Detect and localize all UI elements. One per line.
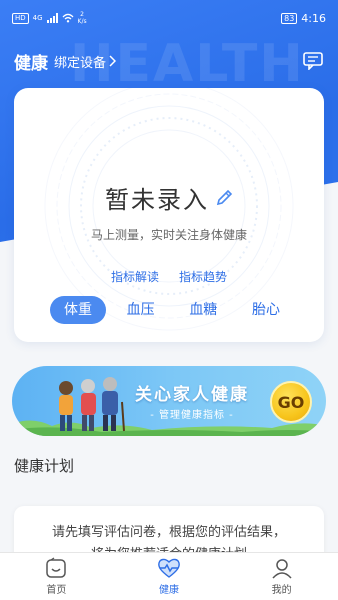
- heartbeat-icon: [158, 558, 180, 578]
- nav-home-label: 首页: [46, 585, 67, 596]
- bind-device-button[interactable]: 绑定设备: [54, 52, 117, 71]
- tab-fetal-heart[interactable]: 胎心: [238, 296, 294, 324]
- plan-text-line1: 请先填写评估问卷，根据您的评估结果，: [51, 525, 286, 540]
- top-bar: 健康 绑定设备: [14, 48, 324, 74]
- message-button[interactable]: [302, 50, 324, 72]
- metric-tabs: 体重 血压 血糖 胎心: [50, 296, 294, 324]
- signal-icon: [46, 13, 58, 23]
- bottom-nav: 首页 健康 我的: [0, 552, 338, 600]
- status-bar: HD 4G 2 K/s 83 4:16: [0, 0, 338, 36]
- net-speed-unit: K/s: [77, 18, 87, 25]
- go-button[interactable]: GO: [270, 381, 312, 423]
- status-label: 暂未录入: [105, 186, 209, 214]
- wifi-icon: [62, 13, 74, 23]
- tab-weight[interactable]: 体重: [50, 296, 106, 324]
- link-indicator-trend[interactable]: 指标趋势: [179, 268, 227, 285]
- banner-subtitle: - 管理健康指标 -: [150, 410, 234, 421]
- indicator-links: 指标解读 指标趋势: [14, 268, 324, 285]
- battery-icon: 83: [281, 12, 298, 24]
- measurement-card: 暂未录入 马上测量，实时关注身体健康 指标解读 指标趋势 体重 血压 血糖 胎心: [14, 88, 324, 342]
- page-title: 健康: [14, 53, 48, 74]
- link-indicator-guide[interactable]: 指标解读: [111, 268, 159, 285]
- bind-device-label: 绑定设备: [54, 55, 107, 71]
- nav-mine-label: 我的: [271, 585, 292, 596]
- chevron-right-icon: [109, 55, 117, 67]
- network-type: 4G: [32, 14, 43, 22]
- hd-badge: HD: [12, 12, 29, 24]
- health-plan-title: 健康计划: [14, 457, 75, 475]
- nav-health[interactable]: 健康: [113, 553, 226, 600]
- net-speed-value: 2: [80, 11, 84, 18]
- clock: 4:16: [301, 11, 326, 25]
- net-speed: 2 K/s: [78, 11, 87, 25]
- pencil-icon: [216, 189, 233, 205]
- banner-title: 关心家人健康: [135, 385, 249, 405]
- person-icon: [272, 559, 292, 579]
- measurement-status[interactable]: 暂未录入: [14, 180, 324, 215]
- message-icon: [303, 52, 323, 70]
- nav-home[interactable]: 首页: [0, 553, 113, 600]
- nav-mine[interactable]: 我的: [225, 553, 338, 600]
- tab-blood-sugar[interactable]: 血糖: [175, 296, 231, 324]
- family-health-banner[interactable]: 关心家人健康 - 管理健康指标 - GO: [12, 366, 326, 436]
- home-face-icon: [46, 557, 67, 578]
- nav-health-label: 健康: [159, 585, 179, 596]
- tab-blood-pressure[interactable]: 血压: [113, 296, 169, 324]
- measure-hint: 马上测量，实时关注身体健康: [90, 228, 247, 242]
